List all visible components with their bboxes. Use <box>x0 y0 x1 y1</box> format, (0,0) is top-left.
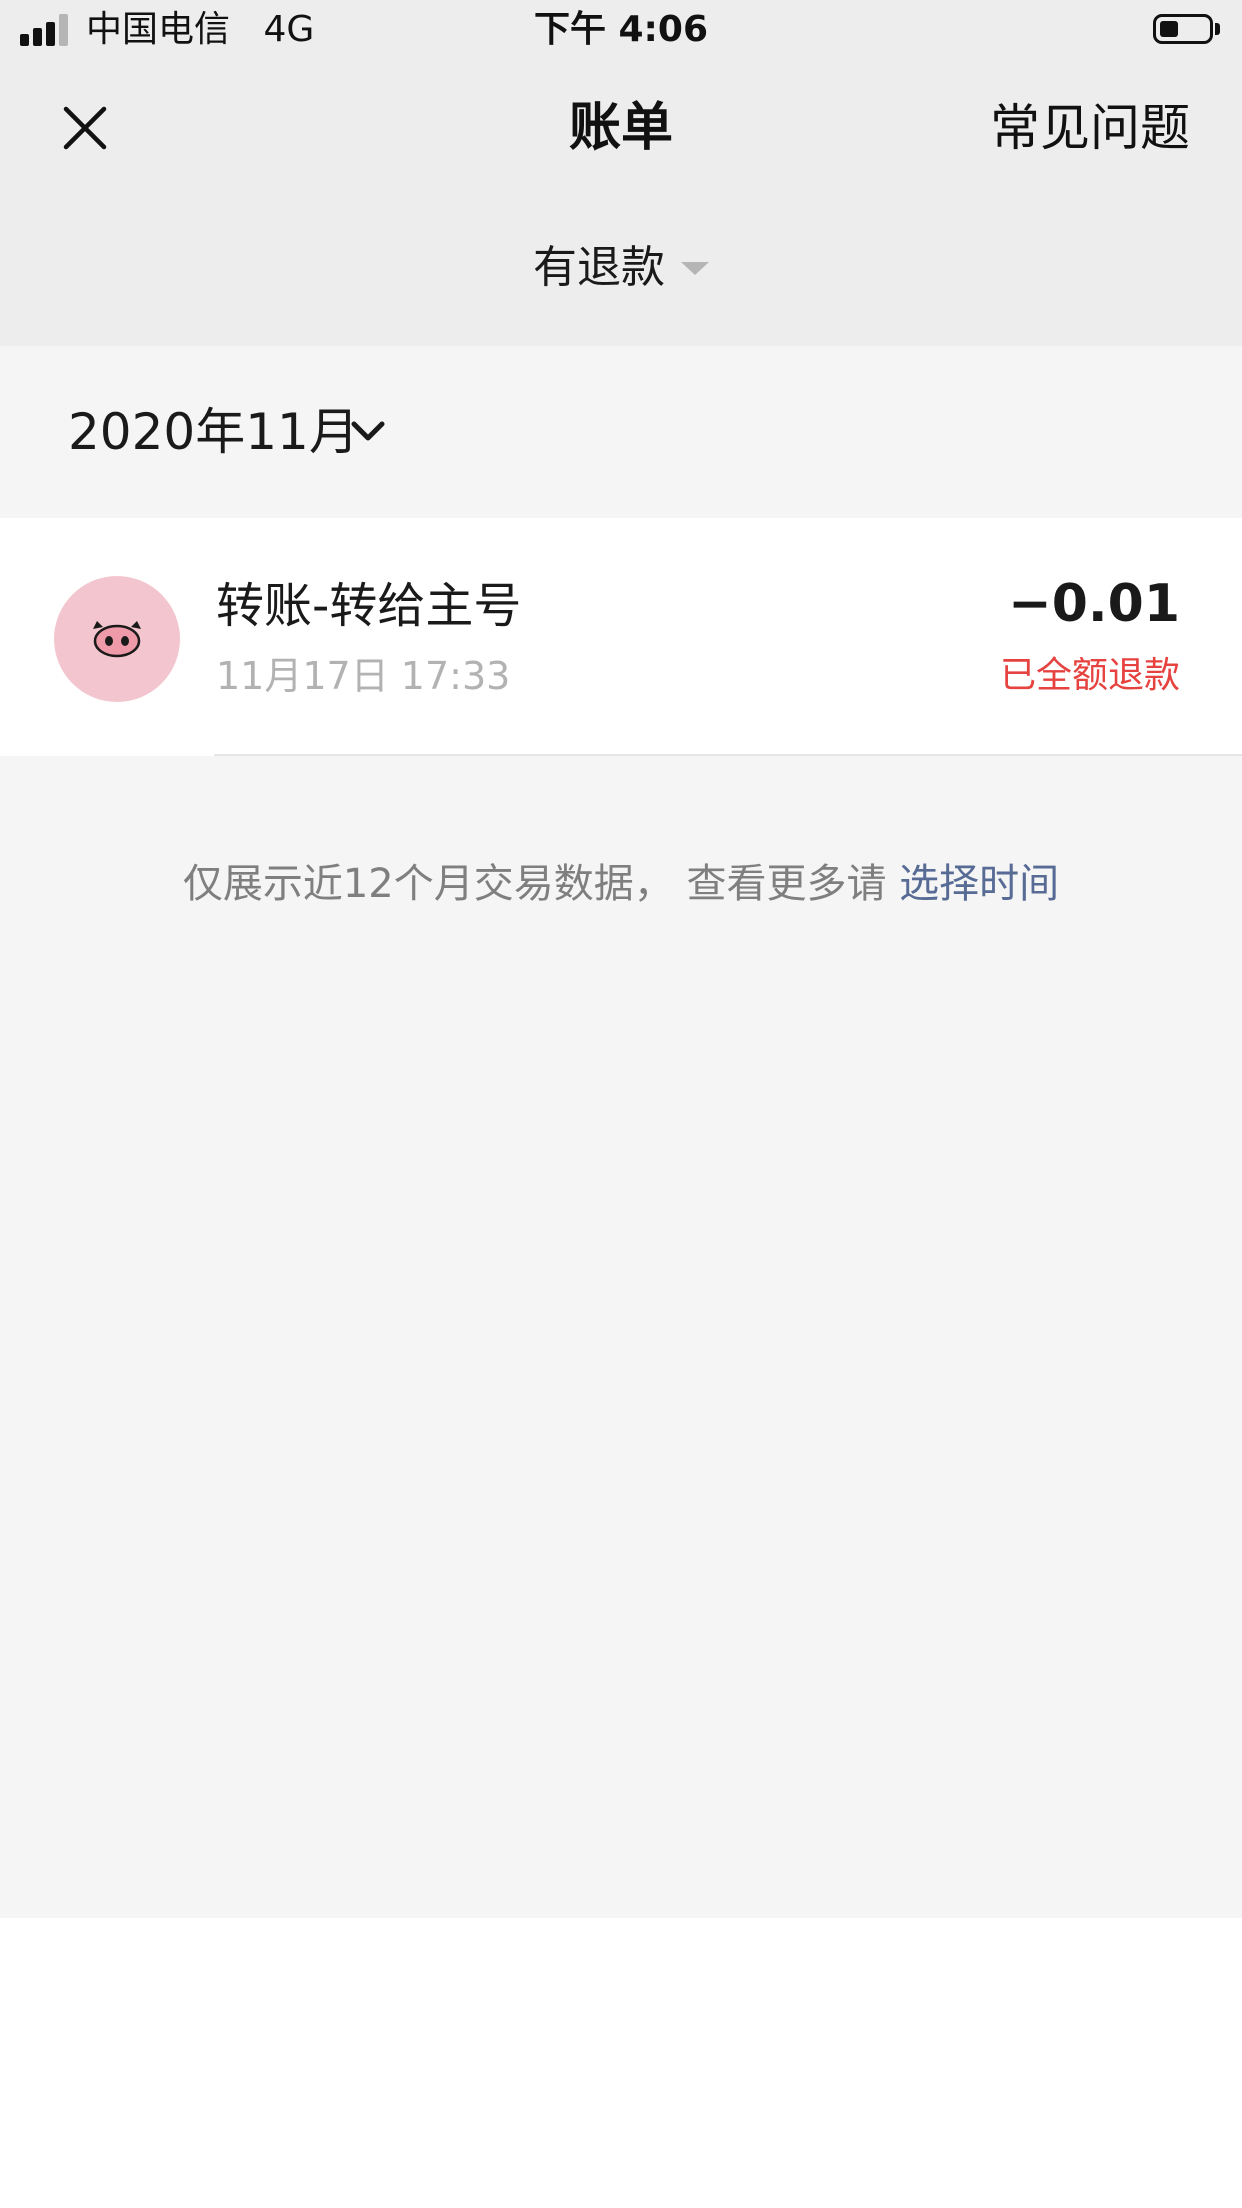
month-label: 2020年11月 <box>68 403 359 461</box>
avatar <box>54 576 180 702</box>
filter-dropdown[interactable]: 有退款 <box>0 242 1242 294</box>
transaction-row[interactable]: 转账-转给主号 11月17日 17:33 −0.01 已全额退款 <box>0 518 1242 756</box>
nav-bar: 账单 常见问题 <box>0 62 1242 194</box>
faq-button[interactable]: 常见问题 <box>990 100 1190 156</box>
bill-page: 中国电信 4G 下午 4:06 账单 常见问题 有退款 2020年11月 转账-… <box>0 0 1242 2208</box>
history-note-text: 仅展示近12个月交易数据， 查看更多请 <box>182 861 900 907</box>
bottom-area <box>0 1918 1242 2208</box>
select-time-link[interactable]: 选择时间 <box>899 861 1059 907</box>
pig-nose-icon <box>93 621 141 658</box>
month-header[interactable]: 2020年11月 <box>0 346 1242 518</box>
transaction-time: 11月17日 17:33 <box>216 654 511 698</box>
list-footer: 仅展示近12个月交易数据， 查看更多请 选择时间 <box>0 756 1242 1918</box>
caret-down-icon <box>681 261 709 275</box>
transaction-title: 转账-转给主号 <box>216 578 522 634</box>
battery-icon <box>1153 14 1213 44</box>
filter-label: 有退款 <box>533 242 665 293</box>
status-bar: 中国电信 4G 下午 4:06 <box>0 0 1242 62</box>
refund-status-badge: 已全额退款 <box>999 655 1180 696</box>
history-note: 仅展示近12个月交易数据， 查看更多请 选择时间 <box>0 860 1242 908</box>
filter-bar: 有退款 <box>0 194 1242 346</box>
chevron-down-icon <box>351 421 385 441</box>
transaction-amount: −0.01 <box>1008 574 1180 634</box>
status-time: 下午 4:06 <box>533 9 709 50</box>
battery-tip <box>1215 23 1220 35</box>
battery-level <box>1160 21 1178 37</box>
